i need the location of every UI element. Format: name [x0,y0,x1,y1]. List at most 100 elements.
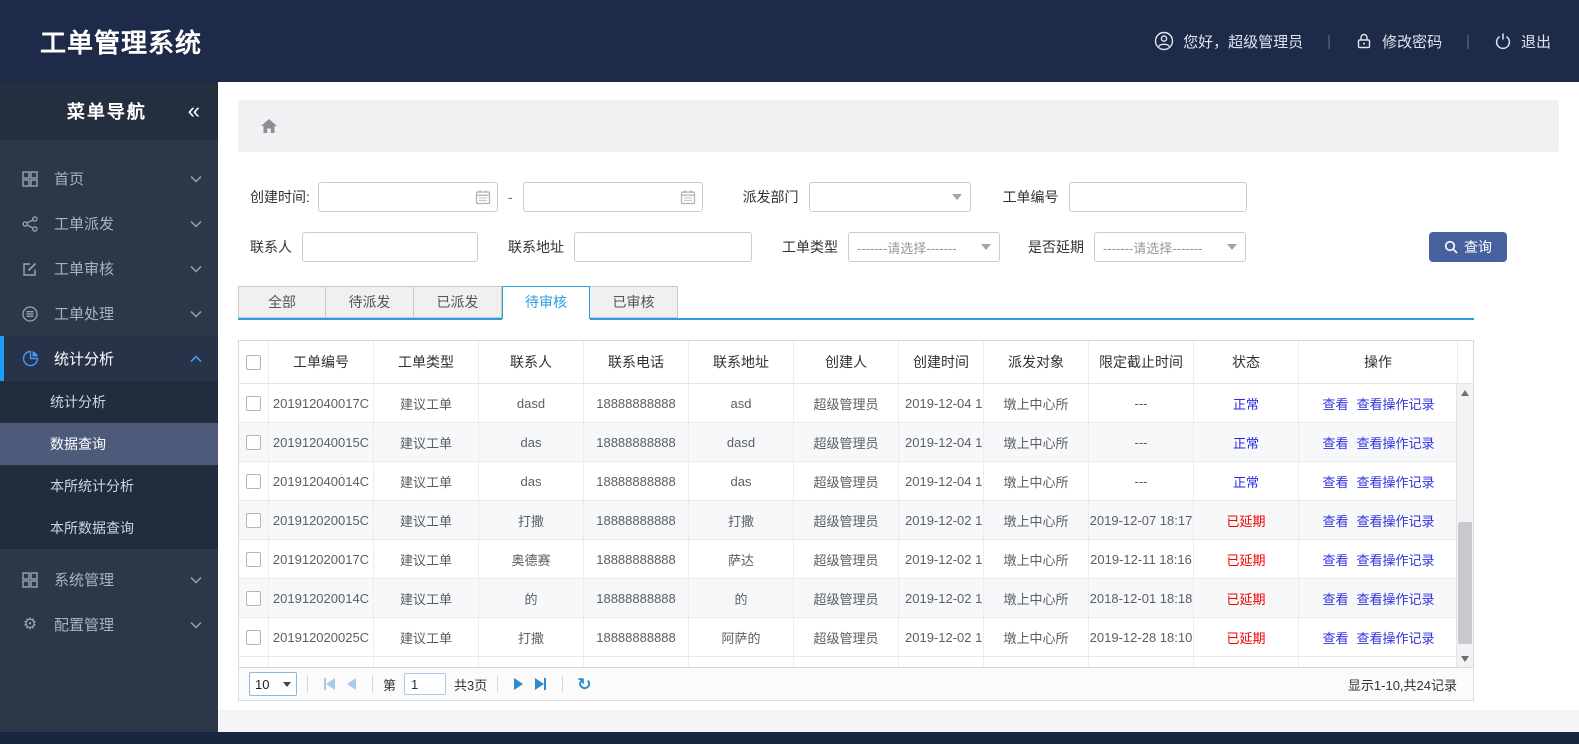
cell-empty [1299,657,1458,667]
tab-reviewed[interactable]: 已审核 [590,286,678,318]
sidebar-item-review[interactable]: 工单审核 [0,246,218,291]
view-link[interactable]: 查看 [1322,433,1348,452]
sidebar-item-home[interactable]: 首页 [0,156,218,201]
cell-order_no: 201912040014C [269,462,374,500]
scroll-up-arrow[interactable] [1457,384,1473,401]
cell-empty [1194,657,1299,667]
column-header: 创建人 [794,341,899,383]
last-page-button[interactable] [535,678,547,690]
status-badge: 已延期 [1194,579,1299,617]
select-all-checkbox[interactable] [246,354,261,370]
view-log-link[interactable]: 查看操作记录 [1357,394,1435,413]
sidebar: 菜单导航 « 首页 工单派发 工单审核 工单处理 统计分析 统计分析 数据查询 … [0,82,218,732]
topbar-divider: | [1466,32,1470,50]
calendar-icon[interactable] [680,189,696,205]
cell-target: 墩上中心所 [984,579,1089,617]
view-log-link[interactable]: 查看操作记录 [1357,628,1435,647]
view-link[interactable]: 查看 [1322,472,1348,491]
delay-label: 是否延期 [1028,239,1084,255]
sidebar-item-config[interactable]: ⚙ 配置管理 [0,602,218,647]
calendar-icon[interactable] [475,189,491,205]
filter-row-2: 联系人 联系地址 工单类型 -------请选择------- 是否延期 ---… [250,232,1559,262]
order-no-label: 工单编号 [1002,189,1059,205]
cell-order_no: 201912020025C [269,618,374,656]
tab-pending-dispatch[interactable]: 待派发 [326,286,414,318]
submenu-item-data-query[interactable]: 数据查询 [0,423,218,465]
edit-icon [20,261,40,277]
status-badge: 已延期 [1194,618,1299,656]
scrollbar-thumb[interactable] [1458,522,1472,644]
scroll-down-arrow[interactable] [1457,650,1473,667]
cell-contact: 的 [479,579,584,617]
prev-page-button[interactable] [347,678,356,690]
range-separator: - [507,189,513,205]
view-log-link[interactable]: 查看操作记录 [1357,550,1435,569]
created-time-label: 创建时间: [250,189,310,205]
row-checkbox[interactable] [246,551,261,567]
submenu-item-local-data-query[interactable]: 本所数据查询 [0,507,218,549]
row-checkbox[interactable] [246,395,261,411]
created-from-input[interactable] [317,182,498,212]
sidebar-item-system[interactable]: 系统管理 [0,557,218,602]
view-link[interactable]: 查看 [1322,550,1348,569]
pager-divider [372,675,373,693]
view-link[interactable]: 查看 [1322,589,1348,608]
row-checkbox[interactable] [246,629,261,645]
sidebar-nav: 首页 工单派发 工单审核 工单处理 统计分析 统计分析 数据查询 本所统计分析 … [0,140,218,647]
cell-deadline: 2018-12-01 18:18 [1089,579,1194,617]
view-link[interactable]: 查看 [1322,628,1348,647]
search-button[interactable]: 查询 [1429,232,1507,262]
page-size-value: 10 [255,676,270,692]
submenu-item-statistics[interactable]: 统计分析 [0,381,218,423]
home-icon[interactable] [260,118,278,134]
tab-dispatched[interactable]: 已派发 [414,286,502,318]
delay-select[interactable]: -------请选择------- [1094,232,1246,262]
view-log-link[interactable]: 查看操作记录 [1357,589,1435,608]
view-link[interactable]: 查看 [1322,394,1348,413]
chevron-down-icon [190,175,202,183]
sidebar-item-statistics[interactable]: 统计分析 [0,336,218,381]
submenu-item-local-statistics[interactable]: 本所统计分析 [0,465,218,507]
page-number-input[interactable] [404,673,447,695]
tab-all[interactable]: 全部 [238,286,326,318]
table-scrollbar[interactable] [1456,384,1473,667]
created-to-input[interactable] [522,182,703,212]
row-checkbox[interactable] [246,512,261,528]
cell-deadline: 2019-12-07 18:17 [1089,501,1194,539]
view-log-link[interactable]: 查看操作记录 [1357,511,1435,530]
row-actions: 查看 查看操作记录 [1299,423,1458,461]
contact-input[interactable] [302,232,478,262]
tab-pending-review[interactable]: 待审核 [502,286,590,320]
page-prefix-label: 第 [383,677,397,693]
row-checkbox[interactable] [246,590,261,606]
change-password-button[interactable]: 修改密码 [1355,31,1442,52]
row-checkbox[interactable] [246,473,261,489]
collapse-sidebar-icon[interactable]: « [188,100,200,122]
view-log-link[interactable]: 查看操作记录 [1357,433,1435,452]
cell-type: 建议工单 [374,579,479,617]
refresh-icon[interactable]: ↻ [577,676,591,693]
first-page-button[interactable] [324,678,335,690]
next-page-button[interactable] [514,678,524,690]
view-log-link[interactable]: 查看操作记录 [1357,472,1435,491]
cell-deadline: --- [1089,423,1194,461]
dispatch-dept-select[interactable] [808,182,971,212]
user-icon [1154,31,1174,51]
sidebar-item-process[interactable]: 工单处理 [0,291,218,336]
cell-address: 阿萨的 [689,618,794,656]
order-type-select[interactable]: -------请选择------- [848,232,1000,262]
status-badge: 正常 [1194,462,1299,500]
page-size-select[interactable]: 10 [249,672,297,696]
row-checkbox-cell [239,462,269,500]
order-no-input[interactable] [1068,182,1247,212]
sidebar-item-dispatch[interactable]: 工单派发 [0,201,218,246]
row-actions: 查看 查看操作记录 [1299,579,1458,617]
cell-empty [479,657,584,667]
chevron-down-icon [190,576,202,584]
cell-creator: 超级管理员 [794,501,899,539]
address-input[interactable] [574,232,752,262]
logout-button[interactable]: 退出 [1494,31,1551,52]
view-link[interactable]: 查看 [1322,511,1348,530]
content-bottom-strip [218,710,1579,732]
row-checkbox[interactable] [246,434,261,450]
